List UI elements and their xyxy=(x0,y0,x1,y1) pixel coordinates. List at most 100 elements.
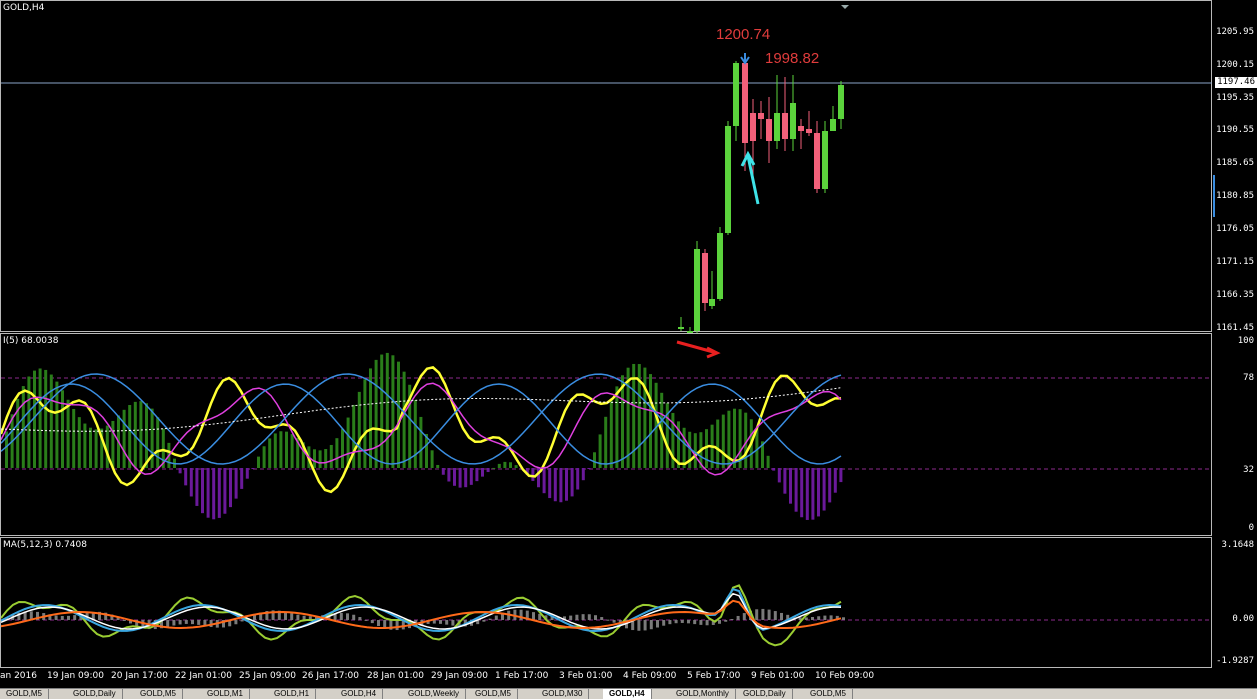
second-annotation: 1998.82 xyxy=(765,50,820,67)
rsi-hist-bar xyxy=(783,468,787,494)
price-chart-panel[interactable]: GOLD,H4 1200.74 1998.82 xyxy=(0,0,1213,333)
candle-body xyxy=(814,133,820,189)
cyan-arrow-icon xyxy=(740,150,760,205)
macd-hist-bar xyxy=(674,620,678,624)
price-tick: 1161.45 xyxy=(1216,323,1254,333)
macd-hist-bar xyxy=(829,615,833,620)
time-label: 22 Jan 01:00 xyxy=(175,671,232,681)
rsi-hist-bar xyxy=(772,468,776,471)
rsi-hist-bar xyxy=(458,468,462,488)
rsi-hist-bar xyxy=(475,468,479,482)
scale-marker xyxy=(1213,175,1215,217)
macd-hist-bar xyxy=(54,615,58,620)
macd-hist-bar xyxy=(606,619,610,621)
time-label: 9 Feb 01:00 xyxy=(751,671,805,681)
time-label: 28 Jan 01:00 xyxy=(367,671,424,681)
macd-hist-bar xyxy=(587,614,591,620)
macd-hist-bar xyxy=(178,620,182,625)
rsi-hist-bar xyxy=(145,403,148,468)
rsi-hist-bar xyxy=(811,468,815,520)
price-tick: 1166.35 xyxy=(1216,290,1254,300)
rsi-hist-bar xyxy=(509,462,512,468)
rsi-tick: 78 xyxy=(1243,373,1254,383)
macd-hist-bar xyxy=(184,620,188,624)
rsi-hist-bar xyxy=(833,468,837,493)
macd-hist-bar xyxy=(122,620,126,621)
rsi-hist-bar xyxy=(514,465,518,468)
rsi-hist-bar xyxy=(212,468,216,520)
macd-hist-bar xyxy=(290,613,294,620)
rsi-hist-bar xyxy=(805,468,809,520)
price-tick: 1176.05 xyxy=(1216,224,1254,234)
rsi-hist-bar xyxy=(716,419,720,468)
macd-tick: -1.9287 xyxy=(1216,656,1254,666)
macd-hist-bar xyxy=(575,614,579,620)
down-arrow-icon xyxy=(740,53,750,65)
macd-hist-bar xyxy=(705,620,709,626)
time-label: 1 Feb 17:00 xyxy=(495,671,549,681)
rsi-hist-bar xyxy=(565,468,568,501)
macd-hist-bar xyxy=(643,620,647,631)
rsi-hist-bar xyxy=(352,404,356,468)
macd-hist-bar xyxy=(736,615,740,620)
macd-hist-bar xyxy=(370,620,374,624)
rsi-hist-bar xyxy=(777,468,781,483)
rsi-hist-bar xyxy=(329,444,333,468)
rsi-hist-bar xyxy=(357,391,361,468)
rsi-hist-bar xyxy=(38,368,42,468)
candle-body xyxy=(678,327,684,329)
macd-panel[interactable]: MA(5,12,3) 0.7408 xyxy=(0,537,1213,668)
macd-hist-bar xyxy=(439,620,442,624)
macd-hist-bar xyxy=(488,618,492,620)
macd-hist-bar xyxy=(656,620,659,628)
rsi-hist-bar xyxy=(430,450,434,468)
macd-hist-bar xyxy=(73,615,77,620)
rsi-hist-bar xyxy=(273,433,277,468)
price-scale[interactable]: 1197.46 1205.95 1200.15 1195.35 1190.55 1185… xyxy=(1212,0,1257,333)
rsi-hist-bar xyxy=(453,468,456,486)
rsi-hist-bar xyxy=(413,400,417,468)
rsi-hist-bar xyxy=(789,468,792,504)
rsi-tick: 100 xyxy=(1237,336,1254,346)
macd-hist-bar xyxy=(191,620,194,625)
rsi-hist-bar xyxy=(178,468,182,474)
macd-hist-bar xyxy=(637,620,641,631)
price-tick: 1195.35 xyxy=(1216,93,1254,103)
rsi-hist-bar xyxy=(436,464,440,468)
macd-hist-bar xyxy=(699,620,703,625)
rsi-panel[interactable]: I(5) 68.0038 xyxy=(0,333,1213,536)
macd-hist-bar xyxy=(662,620,666,626)
candle-body xyxy=(822,131,828,189)
rsi-hist-bar xyxy=(257,456,260,468)
rsi-hist-bar xyxy=(385,352,389,468)
rsi-hist-bar xyxy=(441,468,445,475)
macd-hist-bar xyxy=(240,620,244,622)
candle-body xyxy=(774,113,780,141)
time-label: 4 Feb 09:00 xyxy=(623,671,677,681)
rsi-hist-bar xyxy=(49,374,53,468)
rsi-hist-bar xyxy=(643,367,647,468)
time-label: 19 Jan 09:00 xyxy=(47,671,104,681)
macd-hist-bar xyxy=(494,615,498,620)
rsi-hist-bar xyxy=(576,468,580,490)
macd-hist-bar xyxy=(358,617,362,620)
price-tick: 1190.55 xyxy=(1216,125,1254,135)
rsi-hist-bar xyxy=(469,468,473,485)
rsi-hist-bar xyxy=(251,468,255,469)
rsi-hist-bar xyxy=(531,468,535,481)
rsi-hist-bar xyxy=(61,390,64,468)
macd-hist-bar xyxy=(395,620,399,631)
macd-hist-bar xyxy=(352,614,356,620)
macd-hist-bar xyxy=(296,614,300,620)
macd-hist-bar xyxy=(811,617,814,620)
rsi-hist-bar xyxy=(481,468,484,477)
macd-hist-bar xyxy=(600,617,604,620)
rsi-svg xyxy=(1,340,1213,520)
candle-body xyxy=(830,119,836,131)
red-arrow-icon xyxy=(676,340,721,359)
macd-hist-bar xyxy=(612,620,616,623)
time-axis: an 2016 19 Jan 09:00 20 Jan 17:00 22 Jan… xyxy=(0,668,1257,688)
time-label: an 2016 xyxy=(0,671,37,681)
macd-hist-bar xyxy=(842,617,845,620)
rsi-hist-bar xyxy=(587,468,591,469)
